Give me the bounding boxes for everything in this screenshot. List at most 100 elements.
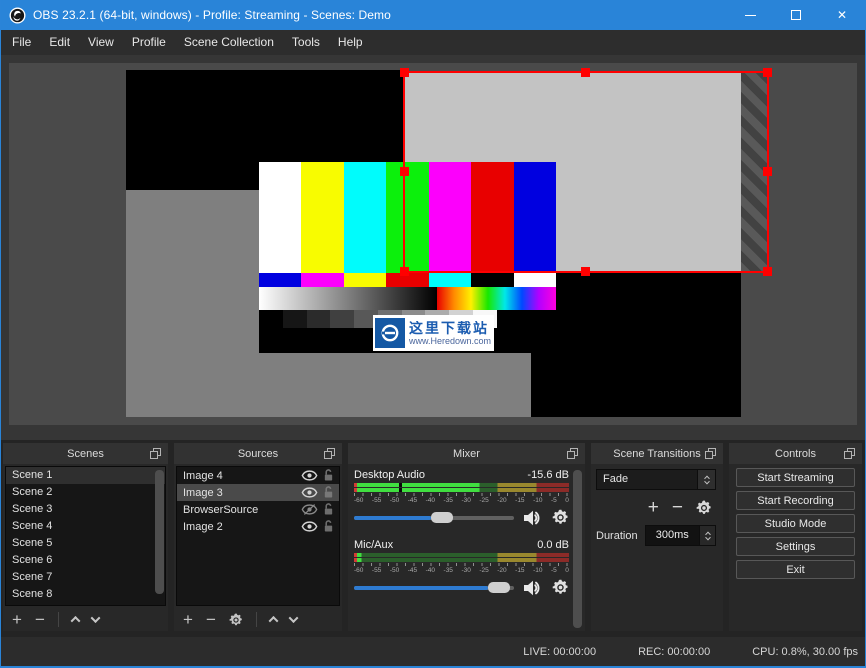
channel-settings-gear-icon[interactable]: [552, 509, 569, 526]
scenes-panel: Scenes Scene 1 Scene 2 Scene 3 Scene 4 S…: [3, 443, 168, 631]
exit-button[interactable]: Exit: [736, 560, 855, 579]
remove-transition-button[interactable]: −: [672, 498, 683, 517]
source-list-item-selected[interactable]: Image 3: [177, 484, 339, 501]
visibility-eye-icon[interactable]: [301, 487, 318, 498]
visibility-eye-slash-icon[interactable]: [301, 504, 318, 515]
volume-slider-handle[interactable]: [488, 581, 511, 593]
toolbar-divider: [255, 612, 257, 627]
source-properties-gear-icon[interactable]: [229, 613, 243, 627]
mixer-scrollbar[interactable]: [573, 470, 582, 628]
source-list-item[interactable]: Image 4: [177, 467, 339, 484]
scene-list-item[interactable]: Scene 6: [6, 552, 165, 569]
transition-properties-gear-icon[interactable]: [696, 500, 712, 516]
duration-spinner[interactable]: [699, 526, 715, 545]
lock-icon[interactable]: [323, 469, 334, 482]
source-list-item[interactable]: Image 2: [177, 518, 339, 535]
menu-file[interactable]: File: [3, 30, 40, 55]
selection-handle-bottom-middle[interactable]: [581, 267, 590, 276]
start-streaming-button[interactable]: Start Streaming: [736, 468, 855, 487]
settings-button[interactable]: Settings: [736, 537, 855, 556]
add-transition-button[interactable]: +: [648, 498, 659, 517]
lock-icon[interactable]: [323, 486, 334, 499]
live-time: LIVE: 00:00:00: [523, 645, 597, 658]
obs-logo-icon[interactable]: [9, 7, 26, 24]
selection-handle-top-middle[interactable]: [581, 68, 590, 77]
volume-slider[interactable]: [354, 511, 514, 523]
move-source-up-button[interactable]: [268, 615, 279, 626]
minimize-button[interactable]: [727, 0, 773, 30]
menubar: File Edit View Profile Scene Collection …: [1, 30, 865, 55]
selection-handle-top-left[interactable]: [400, 68, 409, 77]
panel-float-icon[interactable]: [150, 448, 161, 459]
sources-toolbar: + −: [174, 608, 342, 631]
obs-window: OBS 23.2.1 (64-bit, windows) - Profile: …: [0, 0, 866, 668]
visibility-eye-icon[interactable]: [301, 521, 318, 532]
add-source-button[interactable]: +: [183, 611, 193, 628]
volume-slider[interactable]: [354, 581, 514, 593]
lock-icon[interactable]: [323, 503, 334, 516]
scene-list[interactable]: Scene 1 Scene 2 Scene 3 Scene 4 Scene 5 …: [5, 466, 166, 606]
menu-tools[interactable]: Tools: [283, 30, 329, 55]
scene-list-item[interactable]: Scene 4: [6, 518, 165, 535]
menu-help[interactable]: Help: [329, 30, 372, 55]
transition-select-spinner[interactable]: [697, 470, 715, 489]
visibility-eye-icon[interactable]: [301, 470, 318, 481]
remove-scene-button[interactable]: −: [35, 611, 45, 628]
transition-select[interactable]: Fade: [596, 469, 716, 490]
meter-tick-marks: [354, 493, 569, 496]
mute-speaker-icon[interactable]: [523, 510, 543, 526]
lock-icon[interactable]: [323, 520, 334, 533]
close-button[interactable]: ✕: [819, 0, 865, 30]
browser-source-watermark[interactable]: 这里下载站 www.Heredown.com: [373, 315, 494, 351]
minimize-icon: [744, 14, 756, 16]
preview-canvas[interactable]: 这里下载站 www.Heredown.com: [9, 63, 857, 425]
source-list-item[interactable]: BrowserSource: [177, 501, 339, 518]
scene-transitions-panel-header: Scene Transitions: [591, 443, 723, 464]
selection-bounding-box[interactable]: [400, 68, 772, 276]
move-scene-up-button[interactable]: [70, 615, 81, 626]
duration-spinbox[interactable]: 300ms: [644, 525, 716, 546]
scene-transitions-panel: Scene Transitions Fade + − Duration 300m…: [591, 443, 723, 631]
menu-view[interactable]: View: [79, 30, 123, 55]
panel-float-icon[interactable]: [324, 448, 335, 459]
menu-scene-collection[interactable]: Scene Collection: [175, 30, 283, 55]
source-image-black-2[interactable]: [531, 273, 741, 417]
move-scene-down-button[interactable]: [90, 613, 101, 624]
maximize-button[interactable]: [773, 0, 819, 30]
statusbar: LIVE: 00:00:00 REC: 00:00:00 CPU: 0.8%, …: [1, 637, 865, 666]
menu-edit[interactable]: Edit: [40, 30, 79, 55]
panel-float-icon[interactable]: [705, 448, 716, 459]
volume-slider-handle[interactable]: [430, 511, 453, 523]
mixer-panel: Mixer Desktop Audio -15.6 dB -60 -55 -50 -4…: [348, 443, 585, 631]
scene-list-item[interactable]: Scene 3: [6, 501, 165, 518]
panel-float-icon[interactable]: [844, 448, 855, 459]
source-list[interactable]: Image 4 Image 3 BrowserSource Image 2: [176, 466, 340, 606]
scene-list-item[interactable]: Scene 8: [6, 586, 165, 603]
scene-list-item[interactable]: Scene 1: [6, 467, 165, 484]
menu-profile[interactable]: Profile: [123, 30, 175, 55]
selection-handle-middle-right[interactable]: [763, 167, 772, 176]
mute-speaker-icon[interactable]: [523, 580, 543, 596]
move-source-down-button[interactable]: [288, 613, 299, 624]
selection-handle-top-right[interactable]: [763, 68, 772, 77]
scene-list-item[interactable]: Scene 5: [6, 535, 165, 552]
mixer-channel-desktop-audio: Desktop Audio -15.6 dB -60 -55 -50 -45 -40 -3…: [354, 469, 569, 526]
scene-list-item[interactable]: Scene 2: [6, 484, 165, 501]
sources-panel-title: Sources: [237, 447, 279, 460]
scene-list-scrollbar[interactable]: [155, 470, 164, 594]
channel-settings-gear-icon[interactable]: [552, 579, 569, 596]
remove-source-button[interactable]: −: [206, 611, 216, 628]
selection-handle-middle-left[interactable]: [400, 167, 409, 176]
studio-mode-button[interactable]: Studio Mode: [736, 514, 855, 533]
scenes-toolbar: + −: [3, 608, 168, 631]
channel-name: Desktop Audio: [354, 469, 425, 481]
selection-handle-bottom-right[interactable]: [763, 267, 772, 276]
start-recording-button[interactable]: Start Recording: [736, 491, 855, 510]
add-scene-button[interactable]: +: [12, 611, 22, 628]
selection-handle-bottom-left[interactable]: [400, 267, 409, 276]
sources-panel-header: Sources: [174, 443, 342, 464]
scene-list-item[interactable]: Scene 7: [6, 569, 165, 586]
grayscale-gradient: [259, 287, 438, 310]
scene-list-item[interactable]: Scene 9: [6, 603, 165, 605]
panel-float-icon[interactable]: [567, 448, 578, 459]
